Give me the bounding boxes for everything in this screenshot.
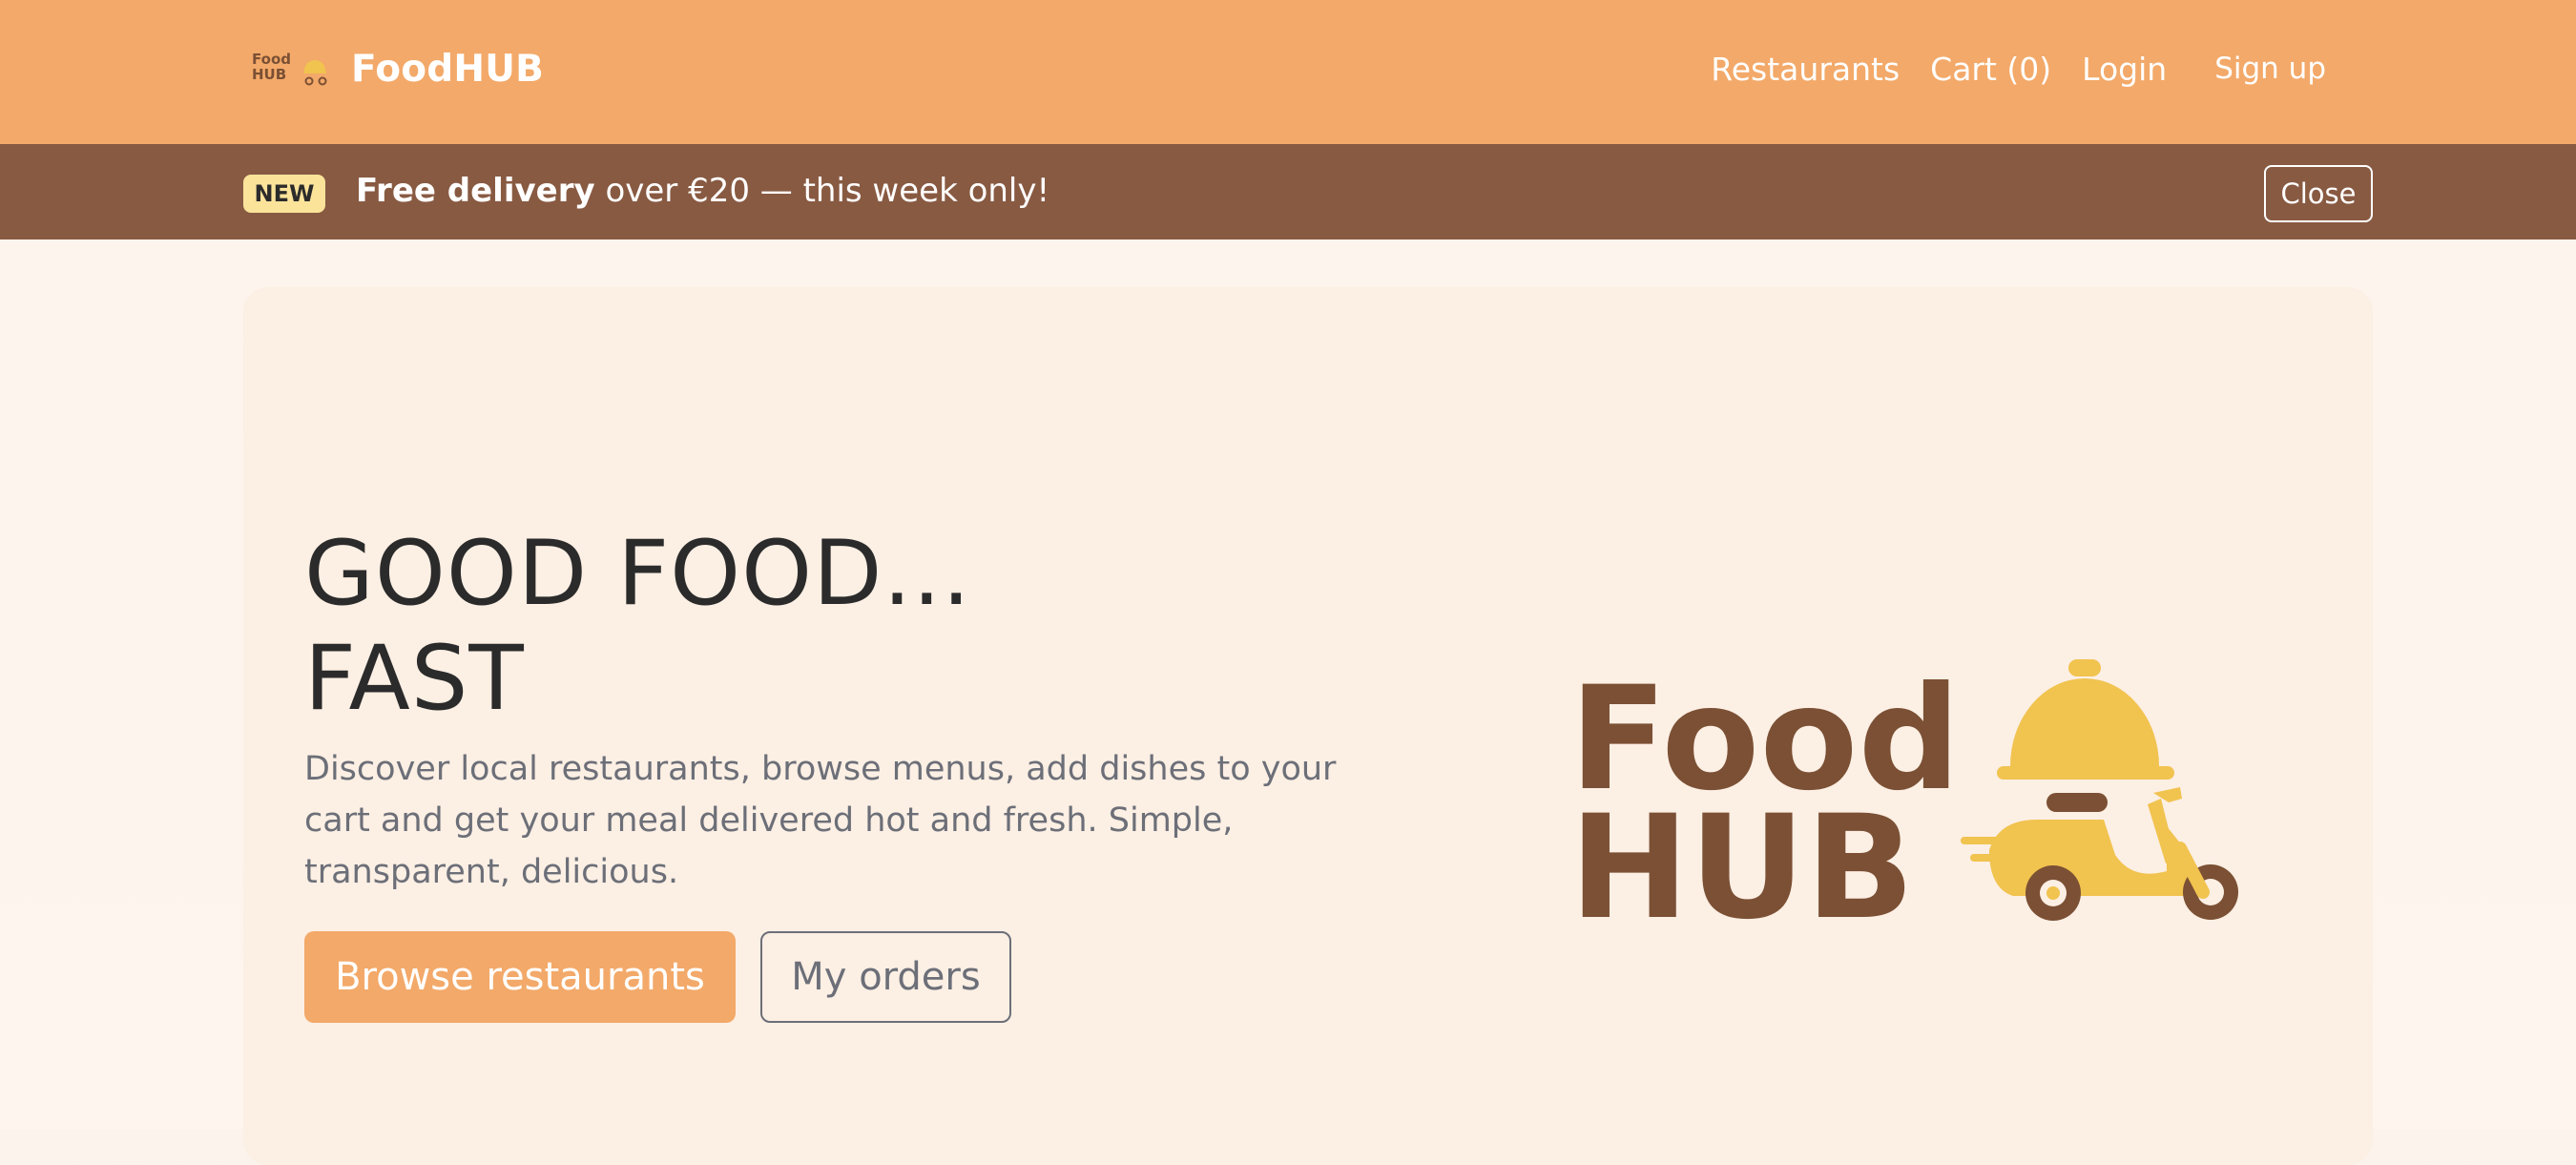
promo-banner: NEW Free delivery over €20 — this week o…: [0, 144, 2576, 239]
nav-login-link[interactable]: Login: [2082, 51, 2167, 88]
hero-description: Discover local restaurants, browse menus…: [304, 750, 1337, 891]
hero-logo-word-2: HUB: [1569, 785, 1915, 936]
hero-title: GOOD FOOD... FAST: [304, 522, 971, 732]
brand-link[interactable]: Food HUB FoodHUB: [252, 44, 544, 94]
nav-signup-link[interactable]: Sign up: [2214, 52, 2326, 86]
promo-highlight: Free delivery: [356, 172, 595, 210]
nav-links: Restaurants Cart (0) Login Sign up: [1680, 44, 2326, 94]
browse-restaurants-button[interactable]: Browse restaurants: [304, 931, 736, 1023]
brand-logo-icon: Food HUB: [252, 51, 327, 86]
brand-logo-word-2: HUB: [252, 66, 286, 83]
promo-message: Free delivery over €20 — this week only!: [356, 172, 1049, 210]
close-promo-button[interactable]: Close: [2264, 165, 2373, 222]
brand-name: FoodHUB: [351, 47, 544, 91]
nav-restaurants-link[interactable]: Restaurants: [1711, 51, 1900, 88]
promo-text: over €20 — this week only!: [594, 172, 1050, 210]
hero-title-line-2: FAST: [304, 627, 525, 731]
top-navbar: Food HUB FoodHUB Restaurants Cart (0) Lo…: [0, 0, 2576, 144]
my-orders-button[interactable]: My orders: [760, 931, 1011, 1023]
foodhub-logo-icon: Food HUB: [1569, 659, 2238, 936]
nav-cart-link[interactable]: Cart (0): [1930, 51, 2051, 88]
new-badge: NEW: [243, 175, 325, 213]
hero-title-line-1: GOOD FOOD...: [304, 522, 972, 626]
hero-section: GOOD FOOD... FAST Discover local restaur…: [243, 287, 2373, 1165]
